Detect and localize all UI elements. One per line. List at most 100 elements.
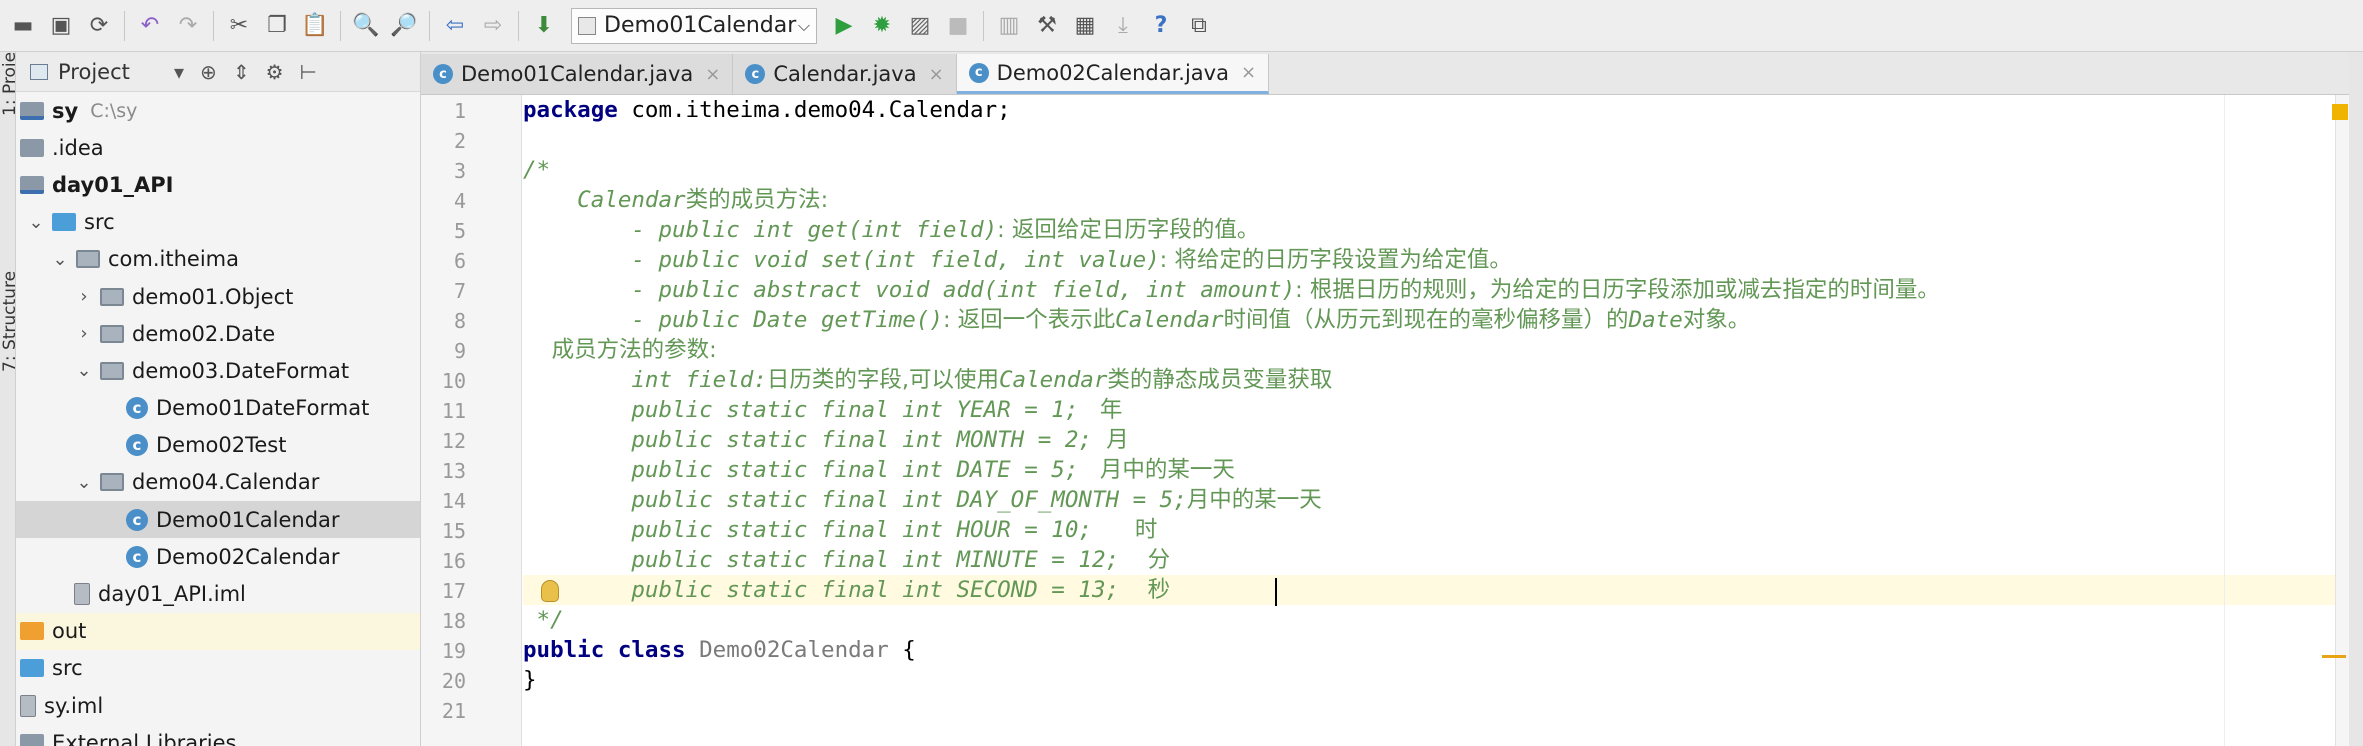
chevron-down-icon[interactable]: ⌄: [74, 360, 94, 381]
class-name: Demo02Calendar: [685, 637, 889, 663]
tree-item-label: Demo02Test: [156, 433, 287, 458]
gear-icon[interactable]: ⚙: [266, 60, 284, 84]
tree-item-day01-api[interactable]: day01_API: [16, 166, 420, 203]
line-number: 21: [441, 699, 466, 723]
stop-icon[interactable]: ■: [941, 9, 975, 43]
tab-demo02calendar[interactable]: c Demo02Calendar.java ×: [956, 54, 1270, 94]
sdk-download-icon[interactable]: ⤓: [1106, 9, 1140, 43]
comment-text: - public Date getTime(): [523, 307, 943, 333]
chevron-right-icon[interactable]: ›: [74, 323, 94, 344]
save-all-icon[interactable]: ▣: [44, 9, 78, 43]
warning-status-icon[interactable]: [2332, 104, 2348, 120]
tree-item-label: .idea: [52, 135, 104, 160]
debug-icon[interactable]: ✹: [865, 9, 899, 43]
comment-text: 月中的某一天: [1186, 487, 1322, 513]
comment-text: 时间值（从历元到现在的毫秒偏移量）的: [1223, 307, 1629, 333]
chevron-down-icon: ⌵: [797, 15, 810, 35]
run-configuration-dropdown[interactable]: Demo01Calendar ⌵: [571, 7, 817, 44]
chevron-down-icon[interactable]: ⌄: [26, 212, 46, 233]
tree-item-label: day01_API.iml: [98, 582, 246, 607]
tree-item-demo01calendar[interactable]: c Demo01Calendar: [16, 501, 420, 539]
tree-item-label: src: [52, 656, 83, 681]
code-line-11: public static final int YEAR = 1; 年: [523, 395, 2363, 425]
tree-item-demo03-dateformat[interactable]: ⌄ demo03.DateFormat: [16, 352, 420, 389]
forward-icon[interactable]: ⇨: [476, 9, 510, 43]
tree-item-out[interactable]: out: [16, 612, 420, 650]
close-icon[interactable]: ×: [929, 64, 944, 85]
tree-item-idea[interactable]: .idea: [16, 129, 420, 166]
intention-lightbulb-icon[interactable]: [541, 580, 559, 602]
tree-item-label: Demo02Calendar: [156, 544, 340, 569]
collapse-all-icon[interactable]: ⇕: [233, 60, 250, 84]
tree-item-src[interactable]: ⌄ src: [16, 204, 420, 241]
vcs-icon[interactable]: ▥: [992, 9, 1026, 43]
tree-item-demo01dateformat[interactable]: c Demo01DateFormat: [16, 390, 420, 427]
tree-item-demo04-calendar[interactable]: ⌄ demo04.Calendar: [16, 464, 420, 501]
code-text: {: [888, 637, 916, 663]
keyword: public class: [523, 637, 686, 663]
comment-text: Calendar: [1115, 307, 1224, 333]
tree-item-label: sy.iml: [44, 693, 104, 718]
cut-icon[interactable]: ✂: [222, 9, 256, 43]
run-icon[interactable]: ▶: [827, 9, 861, 43]
close-icon[interactable]: ×: [705, 64, 720, 85]
hide-panel-icon[interactable]: ⊢: [300, 60, 317, 84]
tree-item-com-itheima[interactable]: ⌄ com.itheima: [16, 241, 420, 278]
back-icon[interactable]: ⇦: [438, 9, 472, 43]
chevron-down-icon[interactable]: ⌄: [50, 249, 70, 270]
tab-demo01calendar[interactable]: c Demo01Calendar.java ×: [421, 54, 734, 94]
help-icon[interactable]: ?: [1144, 9, 1178, 43]
undo-icon[interactable]: ↶: [133, 9, 167, 43]
structure-tool-tab[interactable]: 7: Structure: [0, 192, 15, 372]
synchronize-icon[interactable]: ⟳: [82, 9, 116, 43]
tree-item-external-libraries[interactable]: External Libraries: [16, 724, 420, 746]
tree-item-sy-root[interactable]: sy C:\sy: [16, 92, 420, 129]
comment-text: /*: [523, 157, 551, 183]
tree-item-day01-api-iml[interactable]: day01_API.iml: [16, 575, 420, 612]
code-line-18: */: [523, 605, 2363, 635]
tree-item-sy-iml[interactable]: sy.iml: [16, 687, 420, 724]
chevron-down-icon[interactable]: ⌄: [74, 472, 94, 493]
open-folder-icon[interactable]: ▬: [6, 9, 40, 43]
tree-item-label: day01_API: [52, 172, 174, 197]
code-area[interactable]: package com.itheima.demo04.Calendar; /* …: [523, 95, 2363, 746]
settings-icon[interactable]: ⚒: [1030, 9, 1064, 43]
plugin-icon[interactable]: ⧉: [1182, 9, 1216, 43]
find-icon[interactable]: 🔍: [349, 9, 383, 43]
tree-item-demo02calendar[interactable]: c Demo02Calendar: [16, 538, 420, 575]
chevron-right-icon[interactable]: ›: [74, 286, 94, 307]
replace-icon[interactable]: 🔎: [387, 9, 421, 43]
copy-icon[interactable]: ❐: [260, 9, 294, 43]
code-editor[interactable]: 1 2 3 4 5 6 7 8 9 10 11 12 13 14 15 16 17 18 19 20 21 packag…: [421, 95, 2363, 746]
line-number: 7: [453, 279, 466, 303]
tree-item-src-root[interactable]: src: [16, 650, 420, 687]
comment-text: : 根据日历的规则，为给定的日历字段添加或减去指定的时间量。: [1295, 277, 1940, 303]
comment-text: public static final int HOUR = 10;: [523, 517, 1092, 543]
warning-stripe-mark[interactable]: [2322, 655, 2346, 658]
comment-text: Calendar: [523, 187, 686, 213]
comment-text: public static final int DAY_OF_MONTH = 5…: [523, 487, 1187, 513]
code-line-3: /*: [523, 155, 2363, 185]
code-line-14: public static final int DAY_OF_MONTH = 5…: [523, 485, 2363, 515]
tree-item-demo02test[interactable]: c Demo02Test: [16, 427, 420, 464]
tab-label: Calendar.java: [773, 62, 917, 86]
line-number-gutter: 1 2 3 4 5 6 7 8 9 10 11 12 13 14 15 16 17 18 19 20 21: [421, 95, 522, 746]
redo-icon[interactable]: ↷: [171, 9, 205, 43]
line-number: 17: [441, 579, 466, 603]
tab-calendar[interactable]: c Calendar.java ×: [733, 54, 957, 94]
tree-item-label: demo03.DateFormat: [132, 358, 350, 383]
tree-item-demo02-date[interactable]: › demo02.Date: [16, 315, 420, 352]
class-icon: c: [126, 545, 148, 568]
project-tool-tab[interactable]: 1: Project: [0, 52, 15, 116]
paste-icon[interactable]: 📋: [298, 9, 332, 43]
build-project-icon[interactable]: ⬇: [527, 9, 561, 43]
class-icon: c: [126, 508, 148, 531]
project-structure-icon[interactable]: ▦: [1068, 9, 1102, 43]
line-number: 18: [441, 609, 466, 633]
scroll-from-source-icon[interactable]: ⊕: [200, 60, 217, 84]
run-config-label: Demo01Calendar: [604, 13, 797, 38]
close-icon[interactable]: ×: [1241, 62, 1256, 83]
view-dropdown-chevron-icon[interactable]: ▾: [174, 60, 184, 84]
run-with-coverage-icon[interactable]: ▨: [903, 9, 937, 43]
tree-item-demo01-object[interactable]: › demo01.Object: [16, 278, 420, 315]
